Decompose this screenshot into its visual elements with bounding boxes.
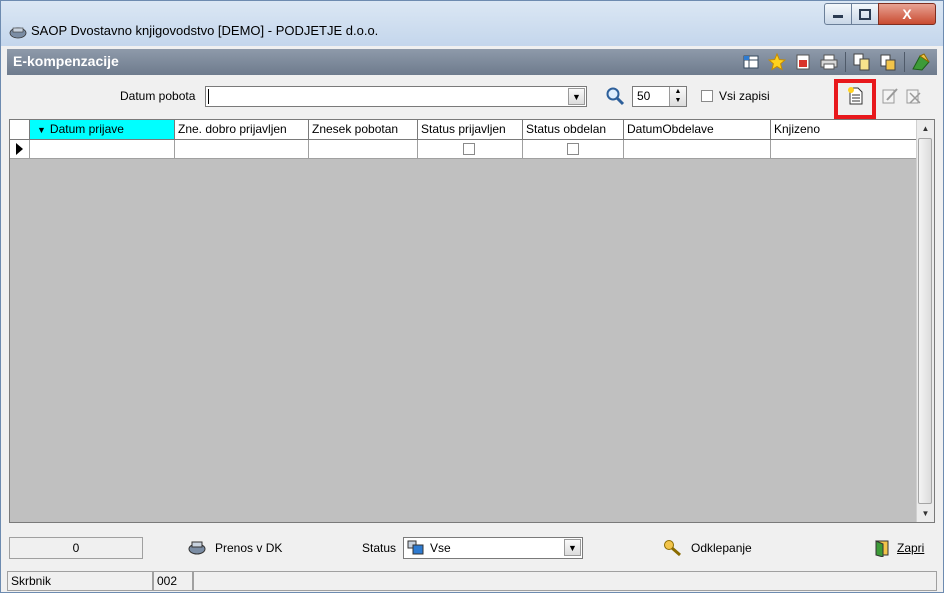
module-header: E-kompenzacije [7, 49, 937, 75]
column-header-znesek-pobotan[interactable]: Znesek pobotan [309, 120, 418, 140]
scroll-up-icon[interactable]: ▲ [917, 120, 934, 137]
close-button[interactable]: Zapri [873, 537, 924, 559]
status-user: Skrbnik [7, 571, 153, 591]
sort-desc-icon: ▼ [37, 125, 46, 135]
application-window: SAOP Dvostavno knjigovodstvo [DEMO] - PO… [0, 0, 944, 593]
table-cell[interactable] [175, 140, 309, 159]
column-header-zne-dobro-prijavljen[interactable]: Zne. dobro prijavljen [175, 120, 309, 140]
star-icon[interactable] [767, 52, 787, 72]
exit-icon[interactable] [911, 52, 931, 72]
header-toolbar [741, 52, 931, 72]
column-header-knjizeno[interactable]: Knjizeno [771, 120, 918, 140]
all-records-label: Vsi zapisi [719, 89, 770, 103]
column-header-datum-obdelave[interactable]: DatumObdelave [624, 120, 771, 140]
status-value: Vse [430, 541, 451, 555]
record-limit-stepper[interactable]: 50 ▲ ▼ [632, 86, 687, 107]
key-icon [664, 540, 681, 557]
current-row-icon [16, 143, 23, 155]
transfer-button[interactable]: Prenos v DK [187, 537, 282, 559]
app-icon [9, 27, 27, 39]
text-cursor [208, 89, 209, 104]
close-icon: X [902, 6, 912, 22]
maximize-icon [859, 8, 871, 20]
minimize-icon [833, 15, 843, 18]
filter-bar: Datum pobota ▼ 50 ▲ ▼ Vsi zapisi [7, 77, 937, 115]
row-selector[interactable] [10, 140, 30, 159]
unlock-button[interactable]: Odklepanje [663, 537, 752, 559]
toolbar-separator [845, 52, 846, 72]
columns-icon[interactable] [741, 52, 761, 72]
row-selector-header [10, 120, 30, 140]
table-cell[interactable] [523, 140, 624, 159]
status-bar: Skrbnik 002 [7, 571, 937, 592]
highlight-box [834, 79, 876, 119]
scroll-thumb[interactable] [918, 138, 932, 504]
bottom-bar: 0 Prenos v DK Status Vse ▼ Odklepanje Za… [7, 529, 937, 569]
table-cell[interactable] [30, 140, 175, 159]
window-title: SAOP Dvostavno knjigovodstvo [DEMO] - PO… [31, 23, 379, 38]
module-title: E-kompenzacije [13, 53, 119, 69]
data-grid[interactable]: ▼ Datum prijave Zne. dobro prijavljen Zne… [9, 119, 935, 523]
date-label: Datum pobota [120, 89, 196, 103]
status-label: Status [362, 541, 397, 555]
chevron-down-icon[interactable]: ▼ [564, 539, 581, 556]
export-icon[interactable] [793, 52, 813, 72]
status-info [193, 571, 937, 591]
close-window-button[interactable]: X [878, 3, 936, 25]
vertical-scrollbar[interactable]: ▲ ▼ [916, 120, 934, 522]
date-dropdown[interactable]: ▼ [205, 86, 587, 107]
chevron-down-icon[interactable]: ▼ [568, 88, 585, 105]
all-records-checkbox[interactable] [701, 90, 713, 102]
search-icon[interactable] [605, 86, 625, 106]
table-cell[interactable] [771, 140, 918, 159]
transfer-icon [188, 541, 206, 555]
stepper-arrows-icon[interactable]: ▲ ▼ [669, 87, 686, 106]
table-cell[interactable] [418, 140, 523, 159]
paste-icon[interactable] [878, 52, 898, 72]
minimize-button[interactable] [824, 3, 852, 25]
table-cell[interactable] [309, 140, 418, 159]
scroll-down-icon[interactable]: ▼ [917, 505, 934, 522]
status-dropdown[interactable]: Vse ▼ [403, 537, 583, 559]
title-bar[interactable]: SAOP Dvostavno knjigovodstvo [DEMO] - PO… [1, 1, 943, 46]
delete-record-icon[interactable] [905, 87, 923, 105]
table-cell[interactable] [624, 140, 771, 159]
maximize-button[interactable] [851, 3, 879, 25]
status-all-icon [407, 540, 424, 555]
status-code: 002 [153, 571, 193, 591]
print-icon[interactable] [819, 52, 839, 72]
record-count: 0 [9, 537, 143, 559]
toolbar-separator [904, 52, 905, 72]
status-obdelan-checkbox[interactable] [567, 143, 579, 155]
column-header-datum-prijave[interactable]: ▼ Datum prijave [30, 120, 175, 140]
copy-icon[interactable] [852, 52, 872, 72]
record-limit-value: 50 [637, 89, 651, 103]
column-header-status-obdelan[interactable]: Status obdelan [523, 120, 624, 140]
status-prijavljen-checkbox[interactable] [463, 143, 475, 155]
edit-record-icon[interactable] [881, 87, 899, 105]
column-header-status-prijavljen[interactable]: Status prijavljen [418, 120, 523, 140]
exit-door-icon [875, 540, 889, 557]
